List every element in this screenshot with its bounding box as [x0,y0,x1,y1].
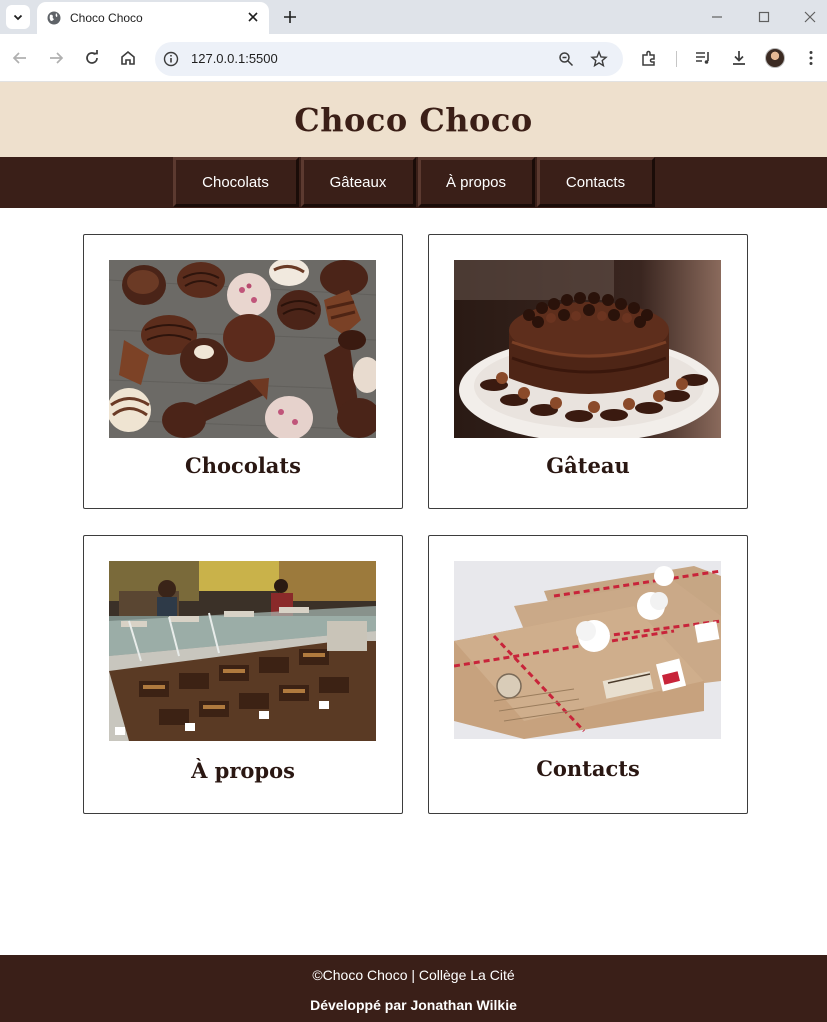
maximize-icon[interactable] [756,9,772,25]
download-icon[interactable] [730,49,748,67]
nav-link-chocolats[interactable]: Chocolats [172,157,299,207]
site-title: Choco Choco [294,100,533,139]
forward-arrow-icon[interactable] [47,49,65,67]
card-title: À propos [191,758,295,783]
card-chocolats[interactable]: Chocolats [83,234,403,509]
cake-image [454,260,721,438]
browser-tab-active[interactable]: Choco Choco [37,2,269,34]
nav-link-contacts[interactable]: Contacts [536,157,655,207]
main-nav: Chocolats Gâteaux À propos Contacts [0,157,827,208]
profile-avatar[interactable] [765,48,785,68]
card-contacts[interactable]: Contacts [428,535,748,814]
browser-tab-strip: Choco Choco [0,0,827,34]
globe-icon [47,11,61,25]
new-tab-icon[interactable] [280,7,300,27]
zoom-icon[interactable] [558,51,574,67]
toolbar-divider [676,51,677,67]
minimize-icon[interactable] [709,9,725,25]
chevron-down-icon [13,14,23,21]
card-title: Contacts [536,756,640,781]
nav-link-gateaux[interactable]: Gâteaux [300,157,416,207]
chocolates-image [109,260,376,438]
chocolate-shop-image [109,561,376,741]
site-info-icon[interactable] [163,51,179,67]
browser-toolbar: 127.0.0.1:5500 [0,34,827,82]
address-bar[interactable]: 127.0.0.1:5500 [155,42,623,76]
back-arrow-icon[interactable] [11,49,29,67]
close-window-icon[interactable] [802,9,818,25]
card-a-propos[interactable]: À propos [83,535,403,814]
nav-link-a-propos[interactable]: À propos [417,157,535,207]
more-menu-icon[interactable] [802,49,820,67]
site-footer: ©Choco Choco | Collège La Cité Développé… [0,955,827,1022]
media-controls-icon[interactable] [694,49,712,67]
url-text: 127.0.0.1:5500 [191,51,278,66]
close-tab-icon[interactable] [245,9,261,25]
card-gateau[interactable]: Gâteau [428,234,748,509]
bookmark-star-icon[interactable] [590,50,608,68]
site-header: Choco Choco [0,82,827,157]
envelopes-image [454,561,721,739]
footer-copyright: ©Choco Choco | Collège La Cité [312,967,515,983]
card-title: Chocolats [185,453,301,478]
tab-title: Choco Choco [70,11,143,25]
extensions-icon[interactable] [640,49,658,67]
tab-search-button[interactable] [6,5,30,29]
home-icon[interactable] [119,49,137,67]
reload-icon[interactable] [83,49,101,67]
footer-credit: Développé par Jonathan Wilkie [310,997,517,1013]
card-title: Gâteau [546,453,630,478]
